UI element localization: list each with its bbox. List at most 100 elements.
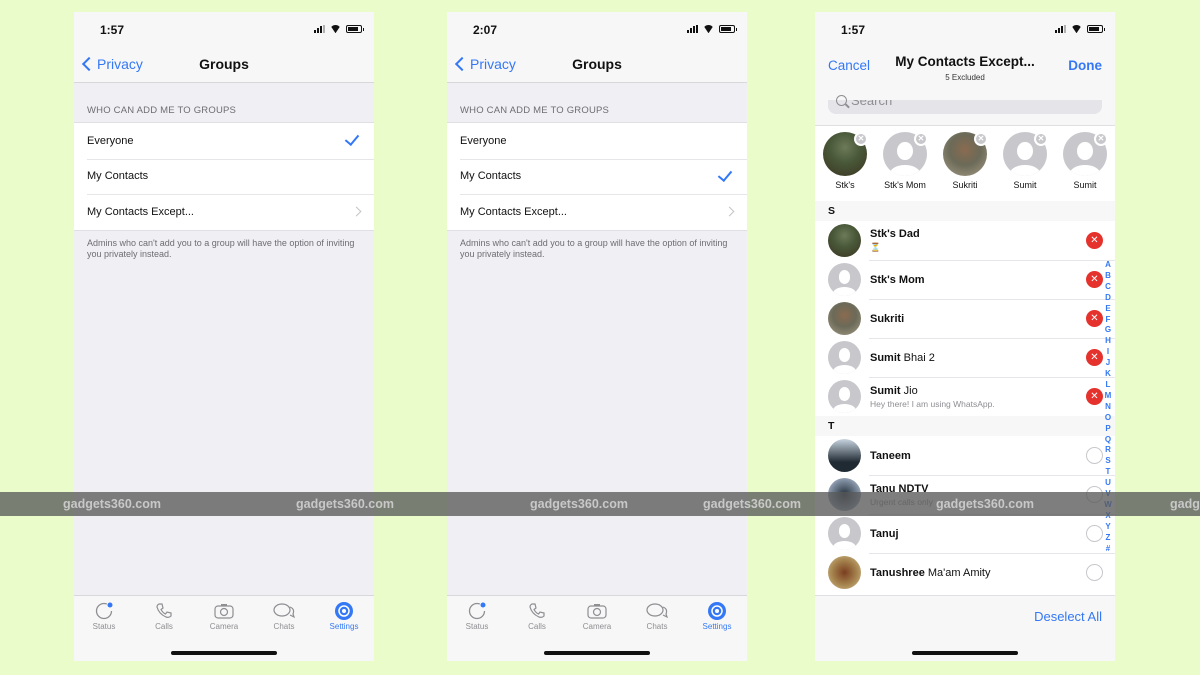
index-letter[interactable]: Y: [1105, 522, 1110, 533]
home-indicator: [171, 651, 277, 655]
tab-chats[interactable]: Chats: [627, 600, 687, 631]
index-letter[interactable]: U: [1105, 478, 1111, 489]
selected-contacts-strip: ✕ Stk's ✕ Stk's Mom ✕ Sukriti ✕ Sumit ✕ Sumit: [815, 126, 1115, 201]
tab-camera[interactable]: Camera: [194, 600, 254, 631]
index-letter[interactable]: M: [1105, 391, 1112, 402]
avatar: [828, 556, 861, 589]
index-letter[interactable]: C: [1105, 282, 1111, 293]
selected-contact-chip[interactable]: ✕ Sumit: [997, 132, 1053, 201]
index-letter[interactable]: F: [1106, 315, 1111, 326]
index-letter[interactable]: O: [1105, 413, 1111, 424]
contact-row[interactable]: Stk's Dad ⏳ ✕: [815, 221, 1115, 260]
tab-calls[interactable]: Calls: [134, 600, 194, 631]
index-letter[interactable]: G: [1105, 325, 1111, 336]
gear-icon: [687, 600, 747, 622]
index-letter[interactable]: D: [1105, 293, 1111, 304]
option-everyone[interactable]: Everyone: [447, 123, 747, 159]
signal-icon: [687, 25, 698, 33]
status-time: 1:57: [841, 23, 866, 37]
contact-status: Hey there! I am using WhatsApp.: [870, 398, 995, 409]
contact-row[interactable]: Tanuj: [815, 514, 1115, 553]
status-icon: [74, 600, 134, 622]
remove-chip-icon[interactable]: ✕: [974, 132, 988, 146]
selected-contact-chip[interactable]: ✕ Sumit: [1057, 132, 1113, 201]
remove-chip-icon[interactable]: ✕: [914, 132, 928, 146]
tab-status[interactable]: Status: [447, 600, 507, 631]
tab-calls[interactable]: Calls: [507, 600, 567, 631]
contact-name: Stk's Dad: [870, 228, 920, 240]
select-radio[interactable]: [1086, 525, 1103, 542]
excluded-remove-icon[interactable]: ✕: [1086, 310, 1103, 327]
select-radio[interactable]: [1086, 447, 1103, 464]
contact-row[interactable]: Tanushree Ma'am Amity: [815, 553, 1115, 592]
contact-row[interactable]: Sumit Jio Hey there! I am using WhatsApp.…: [815, 377, 1115, 416]
index-letter[interactable]: N: [1105, 402, 1111, 413]
contact-row[interactable]: Sumit Bhai 2 ✕: [815, 338, 1115, 377]
index-letter[interactable]: T: [1106, 467, 1111, 478]
bottom-bar: Deselect All: [815, 595, 1115, 661]
index-letter[interactable]: I: [1107, 347, 1109, 358]
tab-chats[interactable]: Chats: [254, 600, 314, 631]
contact-list[interactable]: S Stk's Dad ⏳ ✕ Stk's Mom ✕ Sukriti ✕ Sumit Bhai…: [815, 201, 1115, 592]
selected-contact-chip[interactable]: ✕ Sukriti: [937, 132, 993, 201]
status-bar: 2:07: [447, 12, 747, 50]
contact-row[interactable]: Sukriti ✕: [815, 299, 1115, 338]
index-letter[interactable]: Z: [1106, 533, 1111, 544]
index-letter[interactable]: P: [1105, 424, 1110, 435]
index-letter[interactable]: H: [1105, 336, 1111, 347]
index-letter[interactable]: K: [1105, 369, 1111, 380]
selected-contact-chip[interactable]: ✕ Stk's Mom: [877, 132, 933, 201]
selected-contact-chip[interactable]: ✕ Stk's: [817, 132, 873, 201]
excluded-remove-icon[interactable]: ✕: [1086, 349, 1103, 366]
wifi-icon: [1071, 25, 1082, 33]
tab-bar: Status Calls Camera Chats Settings: [74, 595, 374, 661]
option-my-contacts-except[interactable]: My Contacts Except...: [74, 194, 374, 230]
tab-status[interactable]: Status: [74, 600, 134, 631]
index-letter[interactable]: Q: [1105, 435, 1111, 446]
status-icon: [447, 600, 507, 622]
remove-chip-icon[interactable]: ✕: [1034, 132, 1048, 146]
tab-label: Calls: [155, 622, 173, 631]
avatar: [828, 263, 861, 296]
deselect-all-button[interactable]: Deselect All: [1034, 609, 1102, 624]
avatar: [828, 302, 861, 335]
nav-bar: Privacy Groups: [74, 50, 374, 83]
select-radio[interactable]: [1086, 564, 1103, 581]
phone-screen-groups-everyone: 1:57 Privacy Groups WHO CAN ADD ME TO GR…: [74, 12, 374, 661]
contact-row[interactable]: Taneem: [815, 436, 1115, 475]
chip-name: Sumit: [1013, 180, 1037, 190]
remove-chip-icon[interactable]: ✕: [854, 132, 868, 146]
index-letter[interactable]: R: [1105, 445, 1111, 456]
index-letter[interactable]: B: [1105, 271, 1111, 282]
index-letter[interactable]: L: [1106, 380, 1111, 391]
done-button[interactable]: Done: [1068, 58, 1102, 73]
phone-icon: [507, 600, 567, 622]
phone-screen-groups-my-contacts: 2:07 Privacy Groups WHO CAN ADD ME TO GR…: [447, 12, 747, 661]
camera-icon: [194, 600, 254, 622]
index-letter[interactable]: J: [1106, 358, 1110, 369]
index-letter[interactable]: #: [1106, 544, 1110, 555]
tab-label: Chats: [646, 622, 668, 631]
tab-settings[interactable]: Settings: [314, 600, 374, 631]
excluded-remove-icon[interactable]: ✕: [1086, 388, 1103, 405]
remove-chip-icon[interactable]: ✕: [1094, 132, 1108, 146]
index-letter[interactable]: S: [1105, 456, 1110, 467]
chevron-right-icon: [351, 206, 362, 217]
excluded-remove-icon[interactable]: ✕: [1086, 271, 1103, 288]
excluded-remove-icon[interactable]: ✕: [1086, 232, 1103, 249]
contact-row[interactable]: Stk's Mom ✕: [815, 260, 1115, 299]
watermark-text: gadgets360.com: [63, 497, 161, 511]
index-letter[interactable]: A: [1105, 260, 1111, 271]
option-my-contacts-except[interactable]: My Contacts Except...: [447, 194, 747, 230]
tab-camera[interactable]: Camera: [567, 600, 627, 631]
contact-name: Sumit Jio: [870, 384, 918, 397]
tab-label: Settings: [702, 622, 732, 631]
watermark-text: gadgets360.com: [1170, 497, 1200, 511]
index-letter[interactable]: E: [1105, 304, 1110, 315]
option-my-contacts[interactable]: My Contacts: [74, 158, 374, 195]
tab-settings[interactable]: Settings: [687, 600, 747, 631]
page-title: Groups: [572, 56, 622, 72]
option-everyone[interactable]: Everyone: [74, 123, 374, 159]
option-my-contacts[interactable]: My Contacts: [447, 158, 747, 195]
battery-icon: [1087, 25, 1105, 33]
